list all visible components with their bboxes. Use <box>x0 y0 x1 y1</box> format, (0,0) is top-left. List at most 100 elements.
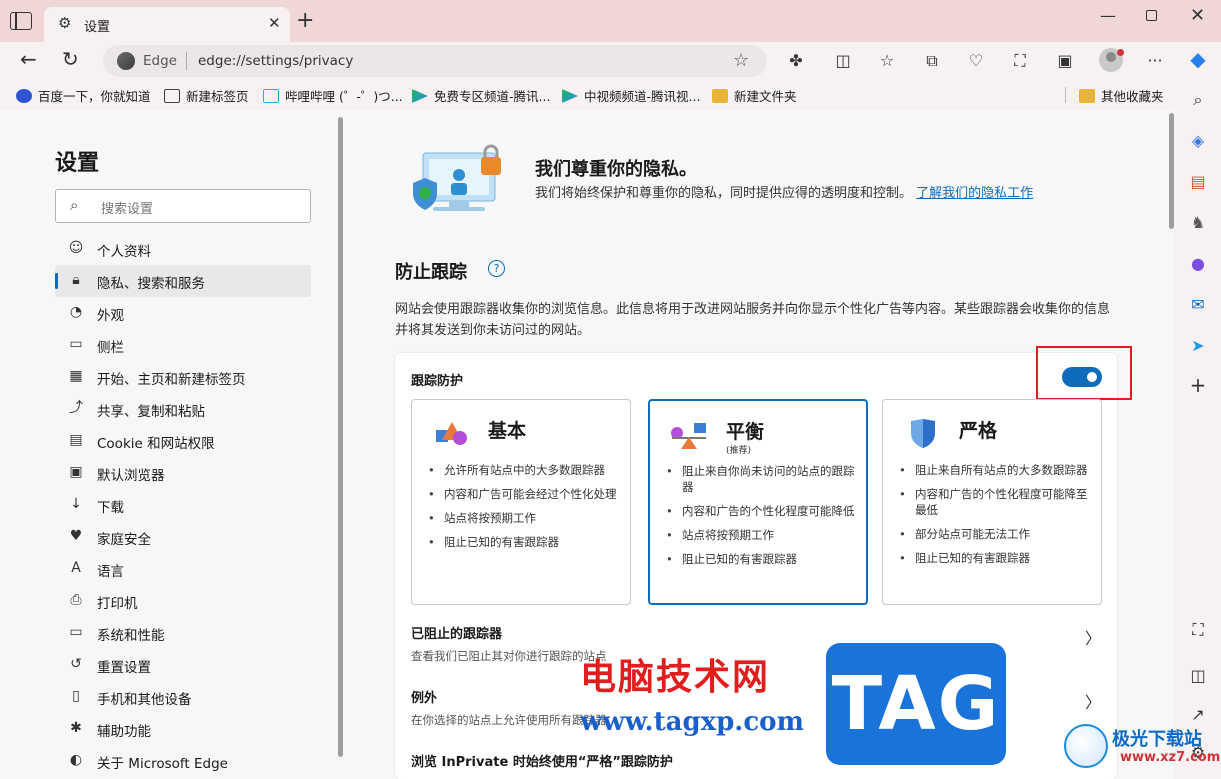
sidebar-item-label: 开始、主页和新建标签页 <box>97 372 246 388</box>
games-icon[interactable]: ♞ <box>1187 212 1209 234</box>
hero-description: 我们将始终保护和尊重你的隐私，同时提供应得的透明度和控制。 了解我们的隐私工作 <box>535 183 1075 205</box>
option-balanced[interactable]: 平衡 (推荐) 阻止来自你尚未访问的站点的跟踪器 内容和广告的个性化程度可能降低… <box>648 399 868 605</box>
split-screen-icon[interactable]: ◫ <box>832 51 854 71</box>
sidebar-item-home[interactable]: ▦ 开始、主页和新建标签页 <box>55 361 311 393</box>
bookmark-tencent-free[interactable]: 免费专区频道-腾讯... <box>412 86 550 105</box>
sidebar-toggle-icon[interactable]: ◫ <box>1187 665 1209 687</box>
option-list: 允许所有站点中的大多数跟踪器 内容和广告可能会经过个性化处理 站点将按预期工作 … <box>426 462 618 558</box>
sidebar-item-lock[interactable]: 🔒︎ 隐私、搜索和服务 <box>55 265 311 297</box>
watermark-logo-title: 极光下载站 <box>1112 729 1202 750</box>
sidebar-item-reset[interactable]: ↺ 重置设置 <box>55 649 311 681</box>
help-icon[interactable]: ? <box>488 260 505 277</box>
maximize-button[interactable] <box>1146 10 1157 21</box>
section-title: 防止跟踪 <box>395 262 467 283</box>
option-item: 阻止已知的有害跟踪器 <box>897 550 1089 566</box>
search-input[interactable]: ⌕ 搜索设置 <box>55 189 311 223</box>
send-icon[interactable]: ➤ <box>1187 335 1209 357</box>
reset-icon: ↺ <box>70 656 82 672</box>
back-icon[interactable]: ← <box>20 49 37 69</box>
privacy-learn-more-link[interactable]: 了解我们的隐私工作 <box>916 186 1033 201</box>
collections-icon[interactable]: ⧉ <box>921 51 943 71</box>
sidebar-item-share[interactable]: ⤴ 共享、复制和粘贴 <box>55 393 311 425</box>
shopping-tag-icon[interactable]: ◈ <box>1187 130 1209 152</box>
bookmark-label: 新建文件夹 <box>734 89 797 104</box>
bookmark-label: 新建标签页 <box>186 89 249 104</box>
favorites-icon[interactable]: ☆ <box>876 51 898 71</box>
browser-essentials-icon[interactable]: ▣ <box>1054 51 1076 71</box>
settings-nav: 设置 ⌕ 搜索设置 ☺ 个人资料 🔒︎ 隐私、搜索和服务 ◔ 外观 ▭ 侧栏 ▦ 开始、主页和新建… <box>7 113 337 779</box>
printer-icon: ⎙ <box>70 592 82 608</box>
tab-settings[interactable]: ⚙ 设置 ✕ <box>44 7 290 42</box>
performance-icon[interactable]: ♡ <box>965 51 987 71</box>
bookmark-baidu[interactable]: 百度一下，你就知道 <box>16 86 151 105</box>
sidebar-item-family[interactable]: ♥ 家庭安全 <box>55 521 311 553</box>
baidu-icon <box>16 89 32 103</box>
search-icon: ⌕ <box>70 196 79 214</box>
screenshot-icon[interactable]: ⛶ <box>1009 51 1031 71</box>
bookmark-bilibili[interactable]: 哔哩哔哩 (゜-゜)つ... <box>263 86 403 105</box>
tab-close-icon[interactable]: ✕ <box>268 14 281 32</box>
bookmark-new-folder[interactable]: 新建文件夹 <box>712 86 797 105</box>
watermark-site-logo: 极光下载站 www.xz7.com <box>1056 720 1220 772</box>
sidebar-item-palette[interactable]: ◔ 外观 <box>55 297 311 329</box>
tab-actions-icon[interactable] <box>10 12 32 30</box>
row-subtitle: 在你选择的站点上允许使用所有跟踪器 <box>411 713 607 727</box>
sidebar-item-phone[interactable]: ▯ 手机和其他设备 <box>55 681 311 713</box>
row-title: 已阻止的跟踪器 <box>411 627 503 642</box>
option-item: 内容和广告的个性化程度可能降至最低 <box>897 486 1089 518</box>
sidebar-item-printer[interactable]: ⎙ 打印机 <box>55 585 311 617</box>
bookmark-label: 百度一下，你就知道 <box>38 89 151 104</box>
favorite-star-icon[interactable]: ☆ <box>733 50 749 71</box>
edge-icon: ◐ <box>69 752 83 768</box>
main-scrollbar-thumb[interactable] <box>1169 113 1174 229</box>
sidebar-item-edge[interactable]: ◐ 关于 Microsoft Edge <box>55 745 311 777</box>
folder-icon <box>712 89 728 103</box>
nav-scrollbar[interactable] <box>337 113 345 779</box>
sidebar-item-label: 共享、复制和粘贴 <box>97 404 205 420</box>
more-icon[interactable]: ··· <box>1144 51 1166 71</box>
sidebar-item-sidebar[interactable]: ▭ 侧栏 <box>55 329 311 361</box>
option-basic[interactable]: 基本 允许所有站点中的大多数跟踪器 内容和广告可能会经过个性化处理 站点将按预期… <box>411 399 631 605</box>
sidebar-item-label: Cookie 和网站权限 <box>97 436 215 452</box>
sidebar-item-language[interactable]: A 语言 <box>55 553 311 585</box>
download-icon: ↓ <box>70 496 82 512</box>
notification-dot <box>1117 49 1124 56</box>
refresh-icon[interactable]: ↻ <box>62 49 79 69</box>
gear-icon: ⚙ <box>58 14 72 32</box>
option-strict[interactable]: 严格 阻止来自所有站点的大多数跟踪器 内容和广告的个性化程度可能降至最低 部分站… <box>882 399 1102 605</box>
sidebar-item-download[interactable]: ↓ 下载 <box>55 489 311 521</box>
new-tab-button[interactable]: + <box>296 10 314 32</box>
sidebar-item-browser[interactable]: ▣ 默认浏览器 <box>55 457 311 489</box>
copilot-icon[interactable]: ◆ <box>1187 48 1209 70</box>
sidebar-item-label: 系统和性能 <box>97 628 165 644</box>
microsoft-365-icon[interactable]: ● <box>1187 253 1209 275</box>
shield-icon <box>911 419 935 448</box>
search-icon[interactable]: ⌕ <box>1187 89 1209 111</box>
bookmark-new-tab[interactable]: 新建标签页 <box>164 86 249 105</box>
sidebar-item-label: 打印机 <box>97 596 138 612</box>
add-icon[interactable]: + <box>1187 374 1209 396</box>
screenshot-icon[interactable]: ⛶ <box>1187 619 1209 641</box>
sidebar-item-system[interactable]: ▭ 系统和性能 <box>55 617 311 649</box>
minimize-button[interactable]: — <box>1100 6 1116 25</box>
bookmarks-divider <box>1065 87 1066 103</box>
close-window-button[interactable]: ✕ <box>1190 5 1205 26</box>
address-bar[interactable]: Edge edge://settings/privacy ☆ <box>103 45 767 77</box>
address-url[interactable]: edge://settings/privacy <box>198 53 353 69</box>
extensions-icon[interactable]: ✤ <box>785 51 807 71</box>
chevron-right-icon: 〉 <box>1084 693 1101 712</box>
sidebar-item-accessibility[interactable]: ✱ 辅助功能 <box>55 713 311 745</box>
bookmark-other-favorites[interactable]: 其他收藏夹 <box>1079 86 1164 105</box>
sidebar-item-cookie[interactable]: ▤ Cookie 和网站权限 <box>55 425 311 457</box>
privacy-illustration-icon <box>413 144 501 211</box>
tools-icon[interactable]: ▤ <box>1187 171 1209 193</box>
watermark-tag-logo: TAG <box>826 643 1006 765</box>
sidebar-item-label: 外观 <box>97 308 124 324</box>
sidebar-item-profile[interactable]: ☺ 个人资料 <box>55 233 311 265</box>
nav-scrollbar-thumb[interactable] <box>338 117 343 757</box>
bookmark-tencent-mid[interactable]: 中视频频道-腾讯视... <box>562 86 700 105</box>
outlook-icon[interactable]: ✉ <box>1187 294 1209 316</box>
search-placeholder: 搜索设置 <box>101 202 154 217</box>
tab-title: 设置 <box>84 20 111 35</box>
sidebar-item-label: 侧栏 <box>97 340 124 356</box>
